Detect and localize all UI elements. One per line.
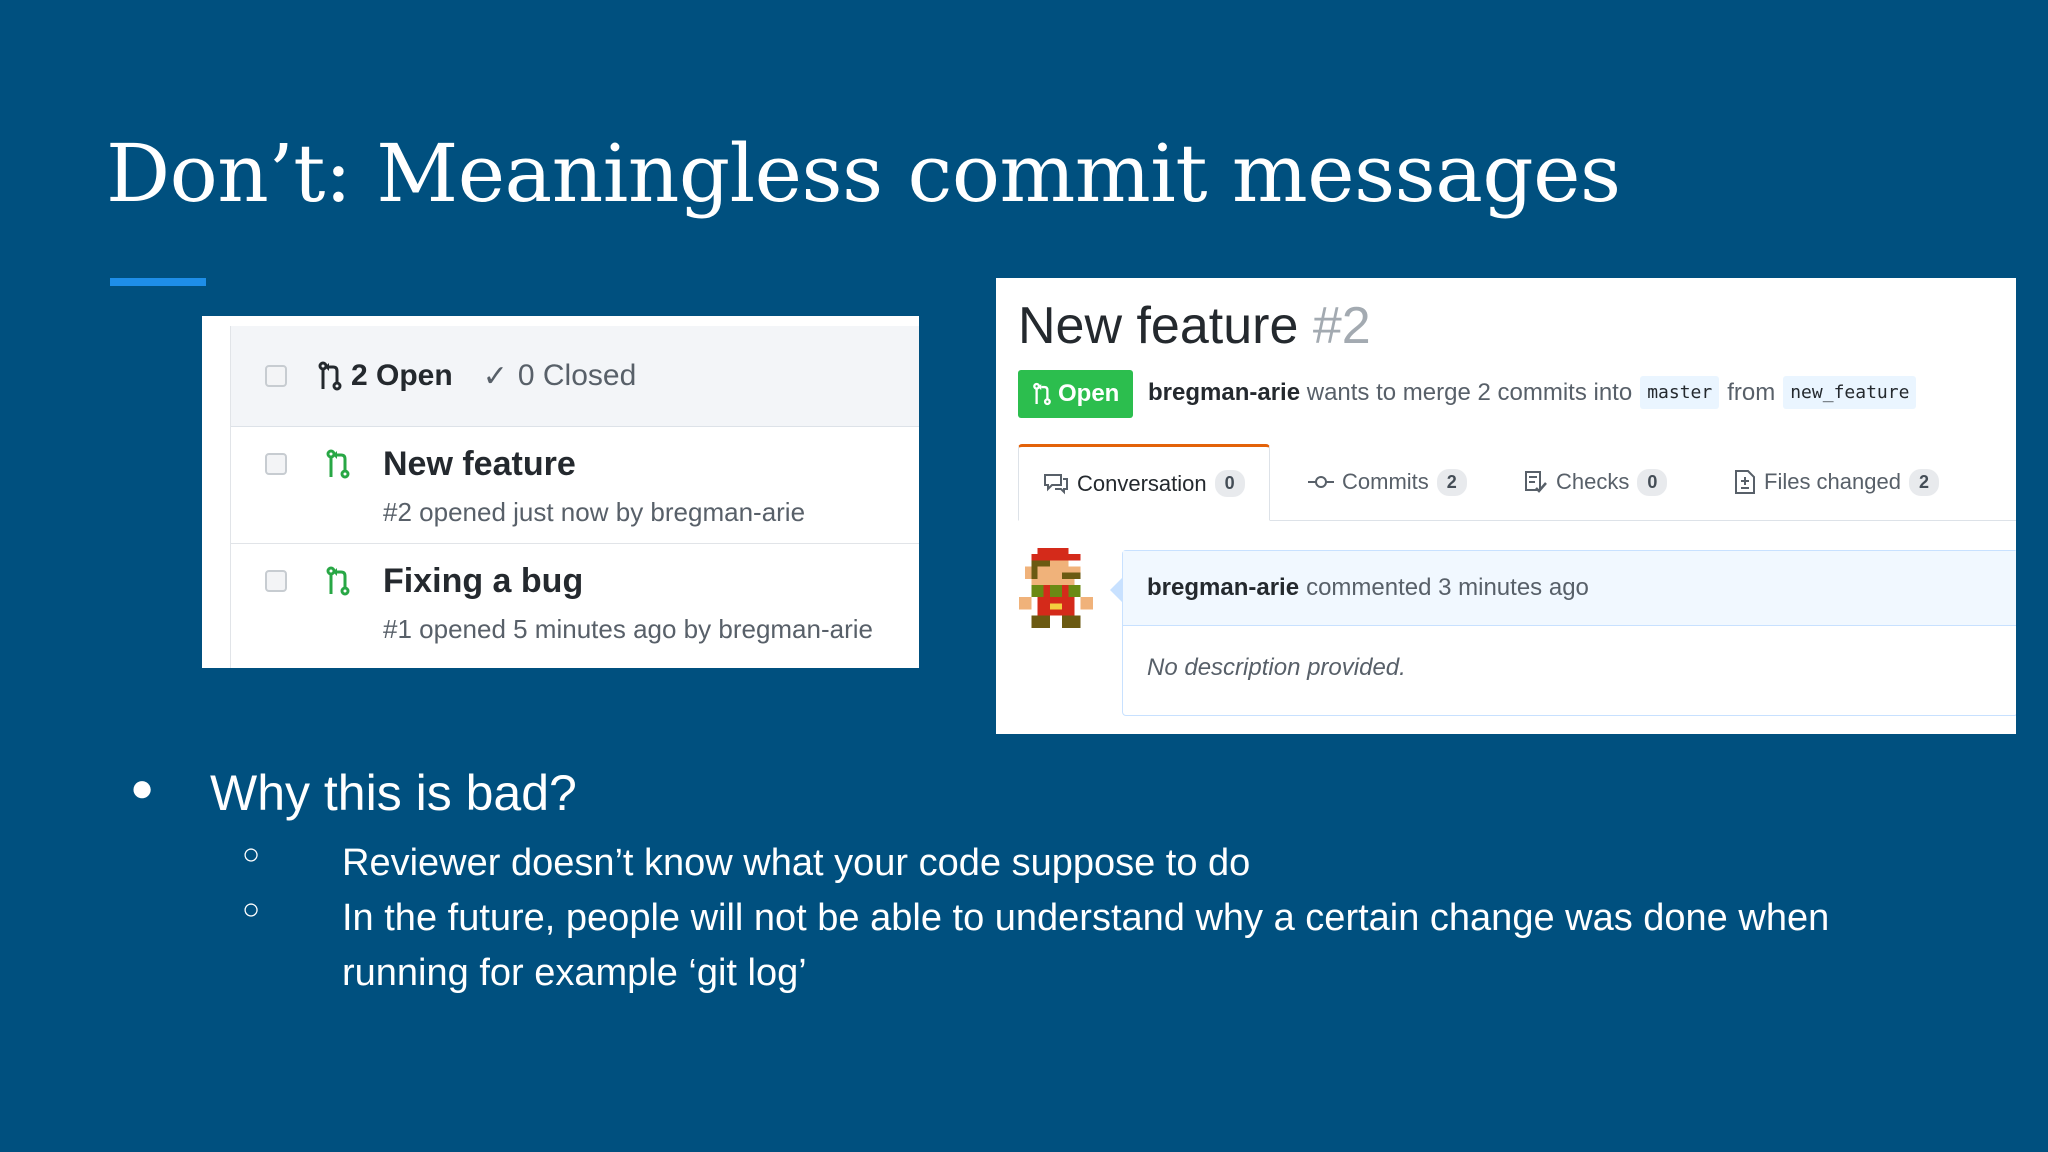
bullet-dot: ●	[130, 766, 155, 810]
sub-bullet-circle: ○	[242, 893, 261, 926]
tab-label: Commits	[1342, 469, 1429, 494]
pr-meta: #1 opened 5 minutes ago by bregman-arie	[383, 614, 873, 644]
comment-timestamp: commented 3 minutes ago	[1306, 574, 1589, 601]
sub-bullet-circle: ○	[242, 838, 261, 871]
tab-commits[interactable]: Commits 2	[1308, 444, 1467, 520]
pull-request-icon	[1033, 382, 1051, 406]
closed-filter[interactable]: ✓ 0 Closed	[483, 359, 637, 394]
user-avatar[interactable]	[1018, 548, 1094, 628]
pr-list-panel: 2 Open ✓ 0 Closed New feature #2 opened …	[230, 326, 919, 668]
merge-text: wants to merge 2 commits into	[1306, 378, 1633, 406]
file-diff-icon	[1735, 470, 1755, 494]
tab-files-changed[interactable]: Files changed 2	[1734, 444, 1939, 520]
comment-author-link[interactable]: bregman-arie	[1147, 574, 1299, 602]
pr-author-link[interactable]: bregman-arie	[1148, 379, 1300, 407]
comment-icon	[1044, 473, 1068, 494]
open-pull-request-icon	[326, 449, 350, 479]
pr-detail-title: New feature #2	[1018, 296, 1371, 356]
comment-body: No description provided.	[1147, 654, 1406, 681]
tab-label: Conversation	[1077, 470, 1207, 496]
open-count-label: 2 Open	[351, 359, 453, 392]
comment-box: bregman-arie commented 3 minutes ago No …	[1122, 550, 2016, 716]
pr-meta: #2 opened just now by bregman-arie	[383, 497, 806, 527]
pr-list-item[interactable]: New feature #2 opened just now by bregma…	[231, 427, 919, 544]
pr-state-label: Open	[1058, 380, 1120, 407]
pr-state-badge: Open	[1018, 370, 1134, 418]
merge-summary: bregman-arie wants to merge 2 commits in…	[1148, 376, 1924, 409]
tab-conversation[interactable]: Conversation 0	[1018, 444, 1270, 521]
slide-title: Don’t: Meaningless commit messages	[106, 127, 1621, 220]
open-filter[interactable]: 2 Open	[317, 359, 453, 393]
select-all-checkbox[interactable]	[265, 365, 287, 387]
open-pull-request-icon	[326, 566, 350, 596]
pull-request-icon	[318, 361, 342, 391]
pr-title: New feature	[1018, 297, 1299, 355]
base-branch[interactable]: master	[1640, 376, 1720, 409]
pr-number: #2	[1312, 297, 1371, 355]
pr-list-header: 2 Open ✓ 0 Closed	[231, 326, 919, 427]
tab-counter: 2	[1436, 468, 1467, 496]
pr-row-checkbox[interactable]	[265, 453, 287, 475]
pr-title-link[interactable]: New feature	[383, 445, 576, 484]
pr-detail-screenshot: New feature #2 Open bregman-arie wants t…	[996, 278, 2016, 734]
tab-counter: 0	[1637, 468, 1668, 496]
bullet-text: Why this is bad?	[210, 765, 577, 821]
tab-checks[interactable]: Checks 0	[1524, 444, 1668, 520]
tab-counter: 0	[1214, 470, 1245, 497]
sub-bullet-text: In the future, people will not be able t…	[342, 897, 1830, 994]
head-branch[interactable]: new_feature	[1783, 376, 1917, 409]
commit-icon	[1308, 476, 1334, 488]
tab-label: Files changed	[1764, 469, 1901, 494]
tab-label: Checks	[1556, 469, 1630, 494]
pr-row-checkbox[interactable]	[265, 570, 287, 592]
pr-list-item[interactable]: Fixing a bug #1 opened 5 minutes ago by …	[231, 544, 919, 660]
pr-list-screenshot: 2 Open ✓ 0 Closed New feature #2 opened …	[202, 316, 919, 668]
tab-counter: 2	[1908, 468, 1939, 496]
check-icon: ✓	[482, 359, 508, 393]
comment-pointer	[1110, 578, 1122, 602]
checklist-icon	[1525, 471, 1547, 493]
sub-bullet-text: Reviewer doesn’t know what your code sup…	[342, 842, 1251, 884]
pr-title-link[interactable]: Fixing a bug	[383, 562, 583, 601]
title-accent-bar	[110, 278, 206, 286]
from-text: from	[1727, 378, 1776, 406]
comment-header: bregman-arie commented 3 minutes ago	[1123, 551, 2016, 626]
pr-tabs: Conversation 0 Commits 2 Checks 0 Files …	[1018, 444, 2016, 521]
closed-count-label: 0 Closed	[517, 359, 637, 392]
